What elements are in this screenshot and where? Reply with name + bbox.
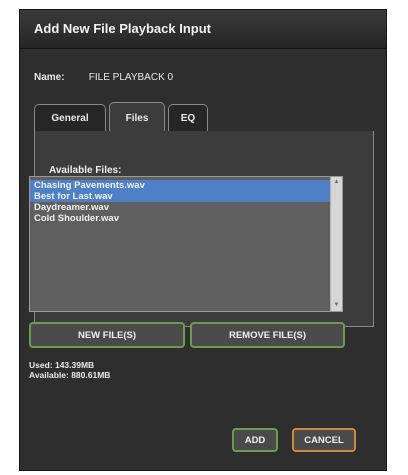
list-scrollbar[interactable]: ▲ ▼ xyxy=(330,177,342,311)
list-item[interactable]: Cold Shoulder.wav xyxy=(30,213,330,224)
name-value: FILE PLAYBACK 0 xyxy=(88,72,174,83)
tab-eq[interactable]: EQ xyxy=(168,104,208,131)
scroll-down-icon[interactable]: ▼ xyxy=(332,301,341,310)
add-button[interactable]: ADD xyxy=(232,428,278,452)
cancel-button[interactable]: CANCEL xyxy=(292,428,356,452)
available-storage: Available: 880.61MB xyxy=(29,370,111,380)
name-label: Name: xyxy=(34,72,65,83)
list-item[interactable]: Best for Last.wav xyxy=(30,191,330,202)
list-item[interactable]: Chasing Pavements.wav xyxy=(30,180,330,191)
dialog-titlebar[interactable]: Add New File Playback Input xyxy=(20,10,386,49)
tab-general[interactable]: General xyxy=(34,104,106,131)
list-item[interactable]: Daydreamer.wav xyxy=(30,202,330,213)
scroll-up-icon[interactable]: ▲ xyxy=(332,178,341,187)
available-files-label: Available Files: xyxy=(49,165,122,176)
name-row: Name: FILE PLAYBACK 0 xyxy=(34,72,173,83)
remove-files-button[interactable]: REMOVE FILE(S) xyxy=(190,322,345,348)
tab-bar: General Files EQ xyxy=(34,102,374,133)
used-storage: Used: 143.39MB xyxy=(29,360,95,370)
tab-files[interactable]: Files xyxy=(109,102,165,133)
new-files-button[interactable]: NEW FILE(S) xyxy=(29,322,185,348)
dialog-title: Add New File Playback Input xyxy=(34,21,211,36)
available-files-list[interactable]: Chasing Pavements.wav Best for Last.wav … xyxy=(29,176,343,312)
storage-info: Used: 143.39MB Available: 880.61MB xyxy=(29,360,110,380)
